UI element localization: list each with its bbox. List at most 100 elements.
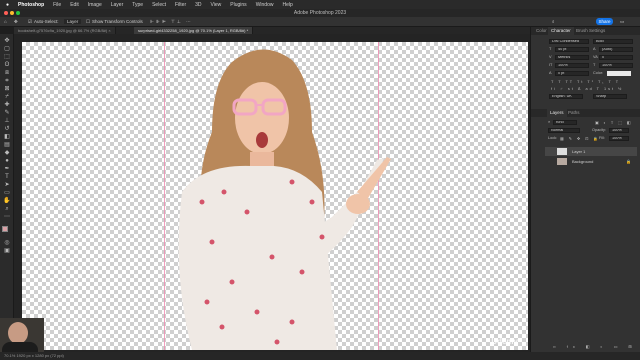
- kerning-field[interactable]: Metrics: [555, 55, 589, 60]
- girl-photo-layer[interactable]: [162, 42, 392, 350]
- tab-paths[interactable]: Paths: [565, 109, 583, 117]
- canvas-area[interactable]: Udemy: [14, 34, 530, 352]
- apple-icon[interactable]: ●: [6, 2, 9, 8]
- document-canvas[interactable]: [22, 42, 528, 350]
- menu-type[interactable]: Type: [132, 2, 143, 8]
- clone-stamp-tool-icon[interactable]: ⊥: [3, 118, 11, 125]
- status-text: 70.1% 1920 px x 1280 px (72 ppi): [4, 353, 64, 358]
- tab-bookshelf[interactable]: bookshelf-g7576c9a_1920.jpg @ 66.7% (RGB…: [14, 27, 116, 34]
- menu-image[interactable]: Image: [88, 2, 102, 8]
- menu-help[interactable]: Help: [282, 2, 292, 8]
- eyedropper-tool-icon[interactable]: ⌿: [3, 94, 11, 101]
- tab-character[interactable]: Character: [548, 27, 574, 35]
- tracking-field[interactable]: 0: [599, 55, 633, 60]
- auto-select-label: Auto-Select:: [34, 19, 59, 24]
- font-size-field[interactable]: 40 pt: [555, 47, 589, 52]
- layers-panel-tabs: Layers Paths: [531, 109, 640, 117]
- gradient-tool-icon[interactable]: ▤: [3, 142, 11, 149]
- blend-mode-select[interactable]: Normal: [548, 128, 580, 133]
- tab-brush-settings[interactable]: Brush Settings: [573, 27, 608, 35]
- font-style-select[interactable]: Bold: [593, 39, 633, 44]
- layer-thumbnail: [557, 158, 567, 165]
- dodge-tool-icon[interactable]: ●: [3, 158, 11, 165]
- fill-field[interactable]: 100%: [609, 136, 629, 141]
- opentype-buttons[interactable]: fi ♂ st Ā ad T 1st ½: [551, 87, 623, 91]
- search-icon[interactable]: ⌕: [552, 19, 555, 24]
- layer-filter-icons[interactable]: ▣ ◐ T ⬚ ◧: [595, 120, 632, 125]
- menu-plugins[interactable]: Plugins: [230, 2, 246, 8]
- opacity-field[interactable]: 100%: [609, 128, 629, 133]
- horizontal-scale-icon: T: [593, 63, 596, 67]
- layer-panel-footer-icons[interactable]: ∞ fx ◧ ◐ ▭ ⊞ 🗑: [553, 344, 640, 349]
- layer-row-background[interactable]: Background 🔒: [545, 157, 637, 166]
- right-panels: Color Character Brush Settings DIN Conde…: [530, 27, 640, 352]
- pen-tool-icon[interactable]: ✒: [3, 166, 11, 173]
- move-tool-icon[interactable]: ✥: [14, 19, 18, 25]
- font-family-select[interactable]: DIN Condensed: [549, 39, 589, 44]
- brush-tool-icon[interactable]: ✎: [3, 110, 11, 117]
- leading-icon: A: [593, 47, 596, 51]
- tab-layers[interactable]: Layers: [547, 109, 567, 117]
- home-icon[interactable]: ⌂: [4, 19, 7, 24]
- menu-filter[interactable]: Filter: [175, 2, 186, 8]
- auto-select-dropdown[interactable]: Layer: [64, 19, 82, 24]
- history-brush-tool-icon[interactable]: ↺: [3, 126, 11, 133]
- menu-select[interactable]: Select: [152, 2, 166, 8]
- hand-tool-icon[interactable]: ✋: [3, 198, 11, 205]
- artboard-tool-icon[interactable]: ▢: [3, 46, 11, 53]
- character-panel-tabs: Color Character Brush Settings: [531, 27, 640, 35]
- shape-tool-icon[interactable]: ▭: [3, 190, 11, 197]
- blur-tool-icon[interactable]: ◆: [3, 150, 11, 157]
- eraser-tool-icon[interactable]: ◧: [3, 134, 11, 141]
- menu-window[interactable]: Window: [256, 2, 274, 8]
- workspace-icon[interactable]: ▭: [620, 19, 624, 25]
- crop-tool-icon[interactable]: ⌗: [3, 78, 11, 85]
- quick-mask-icon[interactable]: ◎: [3, 240, 11, 247]
- menu-layer[interactable]: Layer: [111, 2, 124, 8]
- layer-name: Background: [572, 159, 594, 164]
- window-titlebar: Adobe Photoshop 2023: [0, 9, 640, 17]
- layer-row-layer-1[interactable]: Layer 1: [545, 147, 637, 156]
- screen-mode-icon[interactable]: ▣: [3, 248, 11, 255]
- move-tool-icon[interactable]: ✥: [3, 38, 11, 45]
- document-tabs: bookshelf-g7576c9a_1920.jpg @ 66.7% (RGB…: [14, 27, 530, 34]
- more-tools-icon[interactable]: ⋯: [3, 214, 11, 221]
- presenter-face: [8, 322, 28, 344]
- baseline-shift-field[interactable]: 0 pt: [555, 71, 589, 76]
- layer-thumbnail: [557, 148, 567, 155]
- tab-surprised-girl[interactable]: surprised-girl4332258_1920.jpg @ 70.1% (…: [134, 27, 254, 34]
- frame-tool-icon[interactable]: ⊠: [3, 86, 11, 93]
- menu-edit[interactable]: Edit: [70, 2, 79, 8]
- menu-view[interactable]: View: [211, 2, 222, 8]
- faux-style-buttons[interactable]: T T TT Tt T¹ T₁ T T: [551, 80, 620, 84]
- auto-select-checkbox[interactable]: ☑: [28, 19, 32, 25]
- foreground-color-swatch[interactable]: [2, 226, 8, 232]
- lasso-tool-icon[interactable]: ʘ: [3, 62, 11, 69]
- font-size-icon: T: [549, 47, 552, 51]
- layer-filter-kind[interactable]: Kind: [553, 120, 577, 125]
- lock-icon: 🔒: [626, 159, 631, 164]
- status-bar: 70.1% 1920 px x 1280 px (72 ppi): [0, 352, 640, 360]
- show-transform-checkbox[interactable]: ☐: [86, 19, 90, 25]
- marquee-tool-icon[interactable]: ⬚: [3, 54, 11, 61]
- antialias-select[interactable]: Sharp: [593, 94, 627, 99]
- menu-3d[interactable]: 3D: [195, 2, 201, 8]
- lock-icons[interactable]: ▦ ✎ ✥ ⊡ 🔒: [560, 136, 600, 141]
- leading-field[interactable]: (Auto): [599, 47, 633, 52]
- menu-file[interactable]: File: [53, 2, 61, 8]
- object-select-tool-icon[interactable]: ⧈: [3, 70, 11, 77]
- zoom-tool-icon[interactable]: ⌕: [3, 206, 11, 213]
- language-select[interactable]: English: UK: [549, 94, 583, 99]
- text-color-swatch[interactable]: [607, 71, 631, 76]
- app-menu[interactable]: Photoshop: [18, 2, 44, 8]
- healing-brush-tool-icon[interactable]: ✚: [3, 102, 11, 109]
- kerning-icon: V: [549, 55, 552, 59]
- vertical-scale-field[interactable]: 100%: [555, 63, 589, 68]
- align-icons[interactable]: ⊩⊪⊫ ⊤⊥ ⋯: [150, 19, 193, 25]
- layer-filter-search-icon[interactable]: ⌕: [548, 120, 550, 124]
- horizontal-scale-field[interactable]: 100%: [599, 63, 633, 68]
- path-selection-tool-icon[interactable]: ➤: [3, 182, 11, 189]
- type-tool-icon[interactable]: T: [3, 174, 11, 181]
- share-button[interactable]: Share: [596, 18, 613, 25]
- tracking-icon: VA: [593, 55, 598, 59]
